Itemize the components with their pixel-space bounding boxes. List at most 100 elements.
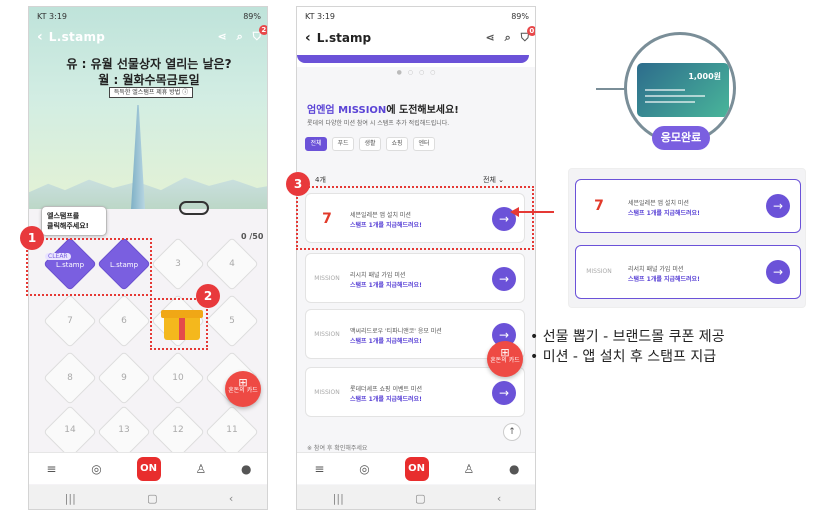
status-time: KT 3:19 [37,11,68,21]
tab-food[interactable]: 푸드 [332,137,354,151]
back-nav-icon[interactable]: ‹ [229,492,233,505]
status-bar: KT 3:19 89% [29,7,267,25]
home-icon[interactable]: ▢ [147,492,157,505]
coupon-line [645,95,705,97]
mission-name: 리시치 패널 가입 미션 [350,272,406,279]
back-icon[interactable]: ‹ [305,30,311,46]
app-header: ‹ L.stamp ⋖ ⌕ ⛉ 2 [29,25,267,49]
highlight-mission-card [296,186,534,250]
status-battery: 89% [243,11,261,21]
arrow-left-icon [510,207,519,217]
mission-reward: 스탬프 1개를 지급해드려요! [350,396,422,403]
gift-icon: ⊞ [500,346,510,359]
tab-all[interactable]: 전체 [305,137,327,151]
gift-icon: ⊞ [238,376,248,389]
notice-tag[interactable]: 득득한 엘스탬프 제휴 방법 ⓘ [109,87,193,98]
cart-icon[interactable]: ⛉ 2 [253,25,267,44]
mission-reward: 스탬프 1개를 지급해드려요! [350,282,422,289]
stamp-count: 0 /50 [241,232,264,241]
cell-number: 5 [229,316,235,326]
callout-marker-1: 1 [20,226,44,250]
chat-icon[interactable]: ◎ [359,462,369,476]
profile-icon[interactable]: ♙ [195,462,206,476]
tab-life[interactable]: 생활 [359,137,381,151]
recent-apps-icon[interactable]: ||| [333,492,344,505]
mission-logo: MISSION [314,275,340,282]
cell-number: 13 [118,425,130,435]
back-icon[interactable]: ‹ [37,29,43,45]
mission-reward: 스탬프 1개를 지급해드려요! [350,338,422,345]
tab-enter[interactable]: 엔터 [413,137,435,151]
footnote-text: ※ 참여 후 확인해주세요 [307,445,368,452]
cell-number: 7 [67,316,73,326]
back-nav-icon[interactable]: ‹ [497,492,501,505]
cart-badge: 0 [526,26,535,36]
system-nav: ||| ▢ ‹ [29,485,267,509]
status-battery: 89% [511,11,529,21]
mission-card[interactable]: 7 세븐일레븐 앱 설치 미션 스탬프 1개를 지급해드려요! → [575,179,801,233]
random-card-fab[interactable]: ⊞ 혼돈의 카드 [487,341,523,377]
entry-complete-badge: 응모완료 [652,126,710,150]
headline-answer: 월 : 월화수목금토일 [98,73,200,87]
avatar[interactable]: ● [509,462,519,476]
on-button[interactable]: ON [136,456,161,481]
share-icon[interactable]: ⋖ [217,30,226,44]
mission-count: 4개 [315,176,326,184]
share-icon[interactable]: ⋖ [485,31,494,45]
random-card-fab[interactable]: ⊞ 혼돈의 카드 [225,371,261,407]
mission-name: 맥씨리드로우 '티파니앤코' 응모 미션 [350,328,442,335]
bottom-nav: ≡ ◎ ON ♙ ● [29,452,267,484]
mission-subtitle: 롯데의 다양한 미션 참여 시 스탬프 추가 적립해드립니다. [307,120,450,127]
banner-bar[interactable] [297,55,529,63]
recent-apps-icon[interactable]: ||| [65,492,76,505]
mission-logo: MISSION [586,268,612,275]
coupon-line [645,101,695,103]
mission-card[interactable]: MISSION 롯데더셰프 쇼핑 이벤트 미션 스탬프 1개를 지급해드려요! … [305,367,525,417]
chat-icon[interactable]: ◎ [91,462,101,476]
menu-icon[interactable]: ≡ [46,462,56,476]
scroll-top-icon[interactable]: ↑ [503,423,521,441]
mission-name: 롯데더셰프 쇼핑 이벤트 미션 [350,386,422,393]
mission-reward: 스탬프 1개를 지급해드려요! [628,276,700,283]
mission-card[interactable]: MISSION 리시치 패널 가입 미션 스탬프 1개를 지급해드려요! → [305,253,525,303]
tab-shopping[interactable]: 쇼핑 [386,137,408,151]
home-icon[interactable]: ▢ [415,492,425,505]
cart-icon[interactable]: ⛉ 0 [521,26,535,45]
red-arrow [518,211,554,213]
bottom-nav: ≡ ◎ ON ♙ ● [297,452,535,484]
avatar[interactable]: ● [241,462,251,476]
arrow-right-icon[interactable]: → [492,381,516,405]
search-icon[interactable]: ⌕ [505,31,511,45]
cart-badge: 2 [258,25,267,35]
arrow-right-icon[interactable]: → [766,260,790,284]
coupon-card: 1,000원 [637,63,729,117]
cell-number: 9 [121,373,127,383]
on-button[interactable]: ON [404,456,429,481]
status-time: KT 3:19 [305,11,336,21]
callout-marker-2: 2 [196,284,220,308]
bullet-gift-draw: • 선물 뽑기 - 브랜드몰 쿠폰 제공 [530,329,725,345]
system-nav: ||| ▢ ‹ [297,485,535,509]
arrow-right-icon[interactable]: → [766,194,790,218]
cell-number: 6 [121,316,127,326]
bike-illustration [179,201,209,215]
tooltip-text: 엘스탬프를 클릭해주세요! [47,212,89,230]
cell-number: 8 [67,373,73,383]
cell-number: 10 [172,373,184,383]
cell-number: 3 [175,259,181,269]
search-icon[interactable]: ⌕ [237,30,243,44]
menu-icon[interactable]: ≡ [314,462,324,476]
coupon-line [645,89,685,91]
headline-question: 유 : 유월 선물상자 열리는 날은? [66,57,232,71]
category-tabs: 전체 푸드 생활 쇼핑 엔터 [305,137,435,151]
mission-card[interactable]: MISSION 리서치 패널 가입 미션 스탬프 1개를 지급해드려요! → [575,245,801,299]
profile-icon[interactable]: ♙ [463,462,474,476]
cell-number: 4 [229,259,235,269]
arrow-right-icon[interactable]: → [492,267,516,291]
carousel-dots: ● ○ ○ ○ [396,69,438,76]
sort-select[interactable]: 전체 ⌄ [483,175,504,185]
highlight-gift [150,298,208,350]
coupon-amount: 1,000원 [688,72,721,81]
highlight-stamps [26,238,152,296]
tooltip-click-stamp: 엘스탬프를 클릭해주세요! [41,206,107,236]
